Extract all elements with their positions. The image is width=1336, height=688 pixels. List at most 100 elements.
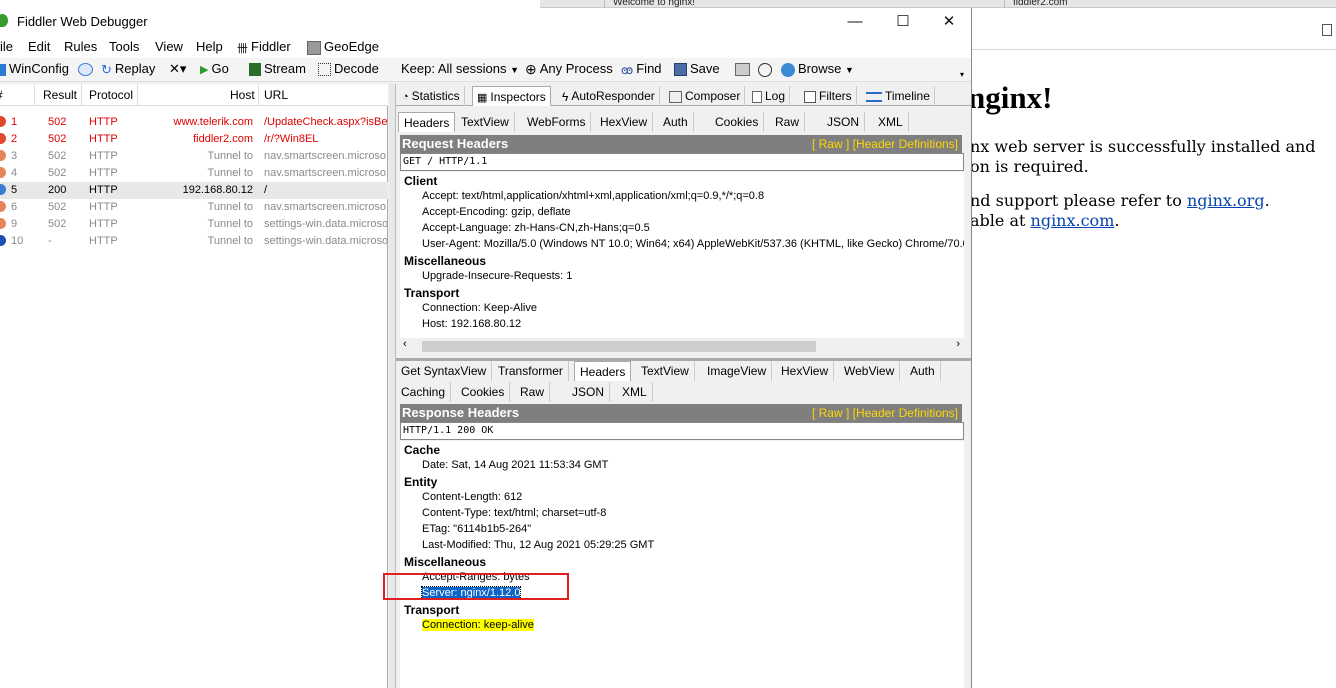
- header-group[interactable]: Miscellaneous: [404, 254, 486, 268]
- header-item[interactable]: Last-Modified: Thu, 12 Aug 2021 05:29:25…: [422, 539, 654, 551]
- header-item[interactable]: Accept-Language: zh-Hans-CN,zh-Hans;q=0.…: [422, 222, 650, 234]
- session-row[interactable]: 6 502 HTTP Tunnel to nav.smartscreen.microso: [0, 199, 388, 216]
- nginx-org-link[interactable]: nginx.org: [1187, 191, 1265, 210]
- resp-tab-transformer[interactable]: Transformer: [493, 361, 569, 381]
- screenshot-button[interactable]: [735, 61, 753, 77]
- find-button[interactable]: ꙭ Find: [621, 61, 662, 77]
- tab-inspectors[interactable]: ▦ Inspectors: [472, 86, 551, 106]
- column-protocol[interactable]: Protocol: [89, 88, 133, 102]
- comment-button[interactable]: [78, 61, 96, 77]
- scroll-left-icon[interactable]: ‹: [403, 338, 407, 350]
- resp-tab-imageview[interactable]: ImageView: [702, 361, 773, 381]
- req-tab-raw[interactable]: Raw: [770, 112, 806, 132]
- timer-button[interactable]: [758, 61, 775, 77]
- browser-address-bar[interactable]: [972, 14, 1336, 50]
- session-row[interactable]: 2 502 HTTP fiddler2.com/r/?Win8EL: [0, 131, 388, 148]
- tab-timeline[interactable]: Timeline: [862, 86, 935, 106]
- req-tab-auth[interactable]: Auth: [658, 112, 694, 132]
- any-process-button[interactable]: ⊕ Any Process: [525, 61, 613, 78]
- req-tab-json[interactable]: JSON: [822, 112, 866, 132]
- browse-button[interactable]: Browse ▼: [781, 61, 854, 77]
- menu-file[interactable]: ile: [0, 39, 13, 54]
- session-row[interactable]: 1 502 HTTP www.telerik.com/UpdateCheck.aspx…: [0, 114, 388, 131]
- column-url[interactable]: URL: [264, 88, 288, 102]
- scroll-right-icon[interactable]: ›: [956, 338, 960, 350]
- req-tab-xml[interactable]: XML: [873, 112, 909, 132]
- req-tab-cookies[interactable]: Cookies: [710, 112, 765, 132]
- decode-button[interactable]: Decode: [318, 61, 379, 77]
- menu-tools[interactable]: Tools: [109, 39, 139, 54]
- header-item[interactable]: Date: Sat, 14 Aug 2021 11:53:34 GMT: [422, 459, 608, 471]
- menu-geoedge[interactable]: GeoEdge: [307, 39, 379, 55]
- browser-tab-fiddler[interactable]: fiddler2.com: [1004, 0, 1204, 8]
- header-item[interactable]: Connection: keep-alive: [422, 619, 534, 631]
- menu-fiddler[interactable]: 卌 Fiddler: [237, 39, 291, 56]
- header-group[interactable]: Transport: [404, 603, 459, 617]
- checkbox-icon[interactable]: [804, 90, 816, 103]
- session-row[interactable]: 3 502 HTTP Tunnel to nav.smartscreen.microso: [0, 148, 388, 165]
- remove-button[interactable]: ✕▾: [169, 61, 186, 77]
- header-group[interactable]: Cache: [404, 443, 440, 457]
- browser-tab-nginx[interactable]: Welcome to nginx!: [604, 0, 804, 8]
- menu-help[interactable]: Help: [196, 39, 223, 54]
- stream-button[interactable]: Stream: [249, 61, 306, 77]
- replay-button[interactable]: ↻ Replay: [101, 61, 155, 78]
- header-item[interactable]: Connection: Keep-Alive: [422, 302, 537, 314]
- req-tab-textview[interactable]: TextView: [456, 112, 515, 132]
- menu-edit[interactable]: Edit: [28, 39, 50, 54]
- header-item[interactable]: Content-Length: 612: [422, 491, 522, 503]
- resp-tab-xml[interactable]: XML: [617, 382, 653, 402]
- header-item[interactable]: Host: 192.168.80.12: [422, 318, 521, 330]
- column-id[interactable]: #: [0, 88, 3, 102]
- session-row[interactable]: 5 200 HTTP 192.168.80.12 /: [0, 182, 388, 199]
- req-tab-hexview[interactable]: HexView: [595, 112, 654, 132]
- resp-tab-headers[interactable]: Headers: [574, 361, 632, 381]
- column-result[interactable]: Result: [43, 88, 77, 102]
- req-tab-headers[interactable]: Headers: [398, 112, 456, 132]
- tab-filters[interactable]: Filters: [800, 86, 857, 106]
- response-header-links[interactable]: [ Raw ] [Header Definitions]: [812, 406, 958, 420]
- menu-rules[interactable]: Rules: [64, 39, 97, 54]
- toolbar-overflow-icon[interactable]: ▾: [960, 70, 964, 79]
- session-row[interactable]: 9 502 HTTP Tunnel to settings-win.data.micro…: [0, 216, 388, 233]
- header-item[interactable]: ETag: "6114b1b5-264": [422, 523, 531, 535]
- minimize-button[interactable]: —: [832, 8, 878, 36]
- session-row[interactable]: 10 - HTTP Tunnel to settings-win.data.micros…: [0, 233, 388, 250]
- header-item[interactable]: Accept-Encoding: gzip, deflate: [422, 206, 571, 218]
- go-button[interactable]: ▶ Go: [200, 61, 229, 76]
- resp-tab-raw[interactable]: Raw: [515, 382, 551, 402]
- save-button[interactable]: Save: [674, 61, 720, 77]
- resp-tab-textview[interactable]: TextView: [636, 361, 695, 381]
- column-host[interactable]: Host: [230, 88, 255, 102]
- header-group[interactable]: Miscellaneous: [404, 555, 486, 569]
- resp-tab-webview[interactable]: WebView: [839, 361, 901, 381]
- menu-view[interactable]: View: [155, 39, 183, 54]
- header-group[interactable]: Entity: [404, 475, 437, 489]
- scrollbar-thumb[interactable]: [422, 341, 816, 352]
- request-header-links[interactable]: [ Raw ] [Header Definitions]: [812, 137, 958, 151]
- header-item[interactable]: Upgrade-Insecure-Requests: 1: [422, 270, 572, 282]
- header-item[interactable]: User-Agent: Mozilla/5.0 (Windows NT 10.0…: [422, 238, 964, 250]
- header-group[interactable]: Client: [404, 174, 437, 188]
- close-button[interactable]: ✕: [926, 8, 971, 36]
- request-horizontal-scrollbar[interactable]: ‹ ›: [400, 338, 964, 354]
- resp-tab-cookies[interactable]: Cookies: [456, 382, 511, 402]
- resp-tab-auth[interactable]: Auth: [905, 361, 941, 381]
- keep-sessions-dropdown[interactable]: Keep: All sessions ▼: [401, 61, 519, 76]
- nginx-com-link[interactable]: nginx.com: [1031, 211, 1115, 230]
- header-item[interactable]: Accept: text/html,application/xhtml+xml,…: [422, 190, 764, 202]
- session-row[interactable]: 4 502 HTTP Tunnel to nav.smartscreen.microso: [0, 165, 388, 182]
- resp-tab-hexview[interactable]: HexView: [776, 361, 835, 381]
- header-item[interactable]: Content-Type: text/html; charset=utf-8: [422, 507, 606, 519]
- maximize-button[interactable]: ☐: [880, 8, 926, 36]
- winconfig-button[interactable]: WinConfig: [0, 61, 69, 76]
- tab-statistics[interactable]: ◔ Statistics: [398, 86, 465, 106]
- tab-composer[interactable]: Composer: [665, 86, 746, 106]
- resp-tab-get-syntaxview[interactable]: Get SyntaxView: [396, 361, 493, 381]
- header-group[interactable]: Transport: [404, 286, 459, 300]
- tab-autoresponder[interactable]: ϟ AutoResponder: [558, 86, 660, 106]
- req-tab-webforms[interactable]: WebForms: [522, 112, 592, 132]
- resp-tab-caching[interactable]: Caching: [396, 382, 452, 402]
- tab-log[interactable]: Log: [748, 86, 791, 106]
- resp-tab-json[interactable]: JSON: [567, 382, 611, 402]
